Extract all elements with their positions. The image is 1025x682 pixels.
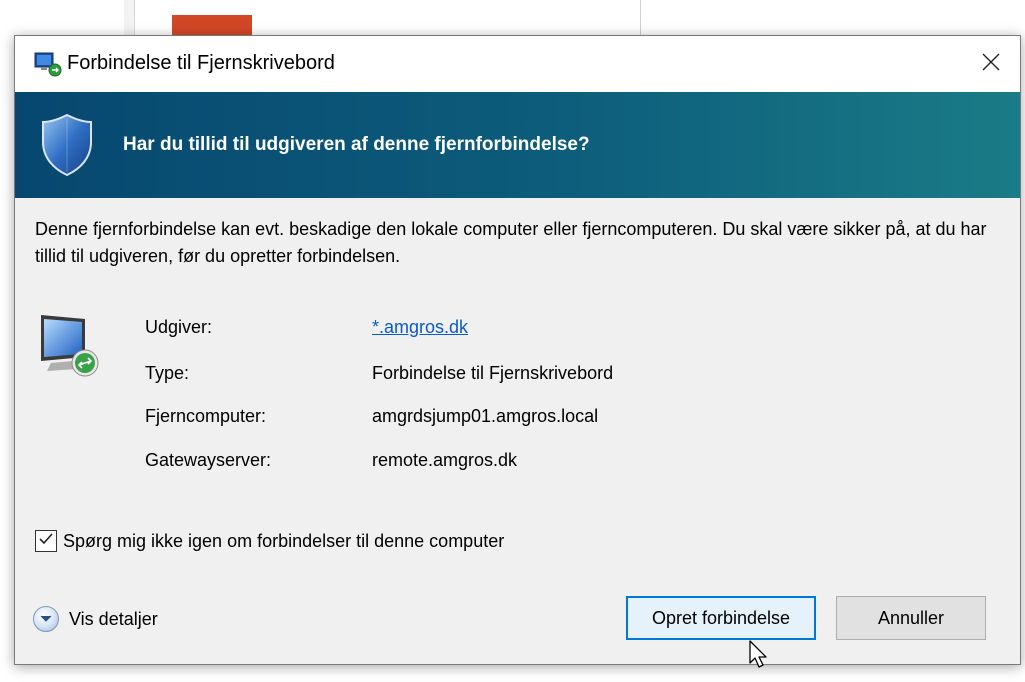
type-value: Forbindelse til Fjernskrivebord <box>372 363 614 383</box>
show-details-label: Vis detaljer <box>69 608 158 629</box>
gateway-server-label: Gatewayserver: <box>145 450 272 470</box>
remote-computer-label: Fjerncomputer: <box>145 406 267 426</box>
remote-desktop-icon <box>33 51 63 77</box>
close-icon <box>981 52 1001 77</box>
warning-message: Denne fjernforbindelse kan evt. beskadig… <box>35 219 987 266</box>
checkmark-icon <box>38 531 54 552</box>
remote-connection-dialog: Forbindelse til Fjernskrivebord Har du t… <box>14 35 1021 665</box>
title-bar: Forbindelse til Fjernskrivebord <box>15 36 1020 92</box>
show-details-toggle[interactable]: Vis detaljer <box>33 606 158 632</box>
close-button[interactable] <box>962 36 1020 92</box>
dont-ask-again-label[interactable]: Spørg mig ikke igen om forbindelser til … <box>63 531 504 552</box>
dont-ask-again-checkbox[interactable] <box>35 530 57 552</box>
chevron-down-icon <box>33 606 59 632</box>
publisher-label: Udgiver: <box>145 317 213 337</box>
connect-button[interactable]: Opret forbindelse <box>626 596 816 640</box>
gateway-server-value: remote.amgros.dk <box>372 450 518 470</box>
cancel-button[interactable]: Annuller <box>836 596 986 640</box>
publisher-link[interactable]: *.amgros.dk <box>372 317 468 338</box>
remote-computer-value: amgrdsjump01.amgros.local <box>372 406 599 426</box>
warning-header: Har du tillid til udgiveren af denne fje… <box>15 92 1020 198</box>
dont-ask-again-row: Spørg mig ikke igen om forbindelser til … <box>35 530 504 552</box>
remote-computer-icon <box>37 311 103 381</box>
shield-icon <box>39 112 95 178</box>
type-label: Type: <box>145 363 190 383</box>
window-title: Forbindelse til Fjernskrivebord <box>67 52 335 74</box>
warning-heading: Har du tillid til udgiveren af denne fje… <box>123 134 590 155</box>
